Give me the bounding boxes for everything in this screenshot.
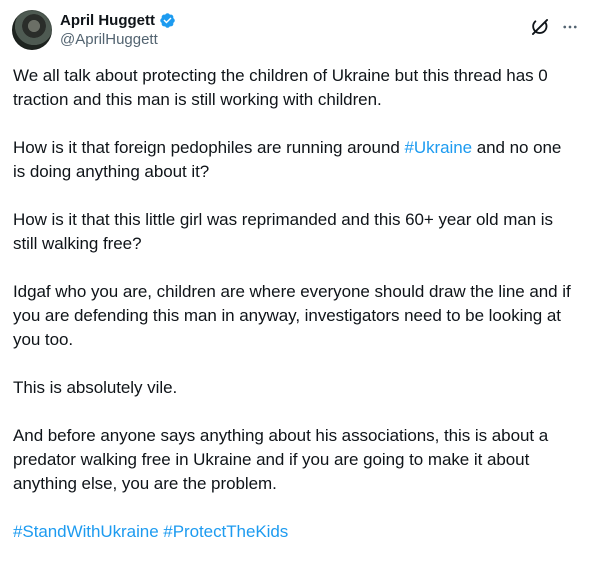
tweet-paragraph-3: How is it that this little girl was repr… [13,210,553,253]
avatar[interactable] [12,10,52,50]
hashtag-link-protectthekids[interactable]: #ProtectTheKids [163,522,288,541]
author-handle[interactable]: @AprilHuggett [60,31,176,48]
verified-badge-icon[interactable] [159,12,176,29]
tweet-card: April Huggett @AprilHuggett We all talk … [0,0,592,552]
hashtag-link-standwithukraine[interactable]: #StandWithUkraine [13,522,159,541]
author-identity: April Huggett @AprilHuggett [60,12,176,49]
tweet-paragraph-4: Idgaf who you are, children are where ev… [13,282,571,349]
more-horizontal-icon[interactable] [560,17,580,37]
author-display-name[interactable]: April Huggett [60,12,155,29]
tweet-text: How is it that foreign pedophiles are ru… [13,138,405,157]
tweet-paragraph-1: We all talk about protecting the childre… [13,66,548,109]
name-row: April Huggett [60,12,176,29]
tweet-paragraph-2: How is it that foreign pedophiles are ru… [13,136,578,184]
hashtag-link-ukraine[interactable]: #Ukraine [404,138,472,157]
tweet-body: We all talk about protecting the childre… [13,64,578,568]
tweet-paragraph-5: This is absolutely vile. [13,378,178,397]
tweet-hashtags: #StandWithUkraine #ProtectTheKids [13,520,578,544]
tweet-header: April Huggett @AprilHuggett [12,8,580,52]
tweet-paragraph-6: And before anyone says anything about hi… [13,426,549,493]
grok-icon[interactable] [530,17,550,37]
header-actions [530,17,580,37]
